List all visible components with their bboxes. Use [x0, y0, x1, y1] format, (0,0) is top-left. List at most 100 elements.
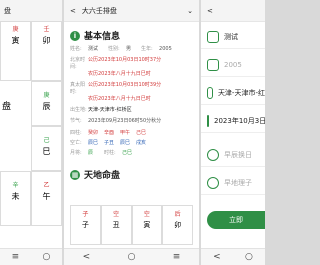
grid-cell-1: 庚 寅: [0, 21, 31, 81]
location-field[interactable]: 天津-天津市-红: [201, 82, 265, 105]
middle-nav: < ○ ≡: [64, 248, 199, 265]
right-panel: < 测试 2005 天津-天津市-红 2023年10月3日 早辰换日 早地理子 …: [201, 0, 265, 265]
row-kongwang: 空亡: 辰巳 子丑 辰巳 戌亥: [70, 140, 193, 147]
nav-menu-button[interactable]: ≡: [12, 252, 20, 262]
location-icon: [207, 87, 213, 99]
year-field[interactable]: 2005: [201, 54, 265, 77]
left-panel: 盘 庚 寅 壬 卯 庚 辰 己 巳 盘 辛 未 乙 午 ≡ ○: [0, 0, 62, 265]
tiandi-cell: 空 丑: [100, 205, 132, 245]
row-place: 出生地: 天津-天津市-红桥区: [70, 107, 193, 114]
zhenshi-value: 公历2023年10月03日10时39分: [88, 82, 162, 88]
tiandi-grid: 子 子 空 丑 空 寅 后 卯: [70, 205, 193, 245]
row-zhenshi: 真太阳时: 公历2023年10月03日10时39分: [70, 82, 193, 96]
name-field[interactable]: 测试: [201, 26, 265, 49]
cell-top: 庚: [12, 26, 19, 33]
option-1-value: 早辰换日: [224, 151, 252, 159]
cell-side: 己: [43, 137, 50, 144]
cell-main: 巳: [42, 147, 51, 156]
row-gongli: 北京时间: 公历2023年10月03日10时37分: [70, 57, 193, 71]
right-nav: < ○: [201, 248, 265, 265]
cell-side: 辛: [12, 182, 19, 189]
back-button[interactable]: <: [207, 7, 213, 15]
cell-main: 午: [42, 192, 51, 201]
shizhu-label: 时柱:: [104, 150, 116, 156]
tiandi-cell: 空 寅: [131, 205, 163, 245]
submit-button[interactable]: 立即: [207, 211, 265, 229]
place-value: 天津-天津市-红桥区: [88, 107, 132, 113]
kongwang-2: 子丑: [104, 140, 115, 146]
cell-side: 庚: [43, 92, 50, 99]
tiandi-bottom: 丑: [112, 221, 120, 229]
nav-home-button[interactable]: ○: [42, 252, 50, 262]
tiandi-top: 子: [82, 211, 89, 218]
section-basic: i 基本信息: [70, 28, 193, 43]
grid-cell-2: 壬 卯: [31, 21, 62, 81]
row-yuejiang: 月将: 辰 时柱: 己巳: [70, 150, 193, 157]
name-value: 测试: [88, 46, 99, 52]
kongwang-3: 辰巳: [120, 140, 131, 146]
tiandi-cell: 子 子: [70, 205, 101, 245]
name-value: 测试: [224, 33, 238, 41]
calendar-icon: [207, 59, 219, 71]
section-title: 基本信息: [84, 32, 121, 42]
row-name: 姓名: 测试 性别: 男 生年: 2005: [70, 46, 193, 53]
sizhu-3: 甲午: [120, 130, 131, 136]
gongli-value: 公历2023年10月03日10时37分: [88, 57, 162, 63]
sizhu-label: 四柱:: [70, 130, 82, 136]
cell-top: 壬: [43, 26, 50, 33]
location-value: 天津-天津市-红: [217, 89, 265, 97]
nav-menu-button[interactable]: ≡: [173, 252, 181, 262]
nav-home-button[interactable]: ○: [245, 252, 253, 262]
option-2-field[interactable]: 早地理子: [201, 172, 265, 195]
user-icon: [207, 31, 219, 43]
section-title: 天地命盘: [84, 171, 121, 181]
grid-icon: ▦: [70, 169, 80, 180]
zhenshi-label: 真太阳时:: [70, 82, 86, 95]
grid-cell-6: 辛 未: [0, 171, 31, 226]
name-label: 姓名:: [70, 46, 82, 52]
grid-cell-5: 己 巳: [31, 126, 62, 171]
tiandi-bottom: 卯: [174, 221, 182, 229]
place-label: 出生地:: [70, 107, 87, 113]
birth-value: 2005: [159, 46, 172, 52]
jieqi-value: 2023年09月23日06时50分秋分: [88, 118, 162, 124]
sizhu-1: 癸卯: [88, 130, 99, 136]
yuejiang-value: 辰: [88, 150, 94, 156]
chevron-down-icon[interactable]: ⌄: [187, 7, 193, 15]
nav-back-button[interactable]: <: [213, 252, 221, 262]
date-value: 2023年10月3日: [214, 117, 265, 125]
sizhu-4: 己巳: [136, 130, 147, 136]
cell-main: 寅: [11, 36, 20, 45]
left-nav: ≡ ○: [0, 248, 62, 265]
nav-home-button[interactable]: ○: [128, 252, 136, 262]
middle-topbar: < 大六壬排盘 ⌄: [64, 0, 199, 22]
option-1-field[interactable]: 早辰换日: [201, 144, 265, 167]
cell-side: 乙: [43, 182, 50, 189]
tiandi-top: 空: [113, 211, 120, 218]
kongwang-1: 辰巳: [88, 140, 99, 146]
nav-back-button[interactable]: <: [83, 252, 91, 262]
shizhu-value: 己巳: [122, 150, 133, 156]
middle-panel: < 大六壬排盘 ⌄ i 基本信息 姓名: 测试 性别: 男 生年: 2005 北…: [64, 0, 199, 265]
kongwang-label: 空亡:: [70, 140, 82, 146]
info-icon: i: [70, 30, 80, 41]
zhenshi-nongli: 农历2023年八月十九日巳时: [88, 96, 151, 102]
tiandi-cell: 后 卯: [162, 205, 193, 245]
date-field[interactable]: 2023年10月3日: [201, 110, 265, 133]
gongli-label: 北京时间:: [70, 57, 86, 70]
left-topbar: 盘: [0, 0, 62, 22]
cell-main: 未: [11, 192, 20, 201]
back-button[interactable]: <: [70, 7, 76, 15]
cell-main: 辰: [42, 102, 51, 111]
row-sizhu: 四柱: 癸卯 辛酉 甲午 己巳: [70, 130, 193, 137]
row-zhenshi-nongli: 农历2023年八月十九日巳时: [70, 96, 193, 103]
grid-cell-7: 乙 午: [31, 171, 62, 226]
tiandi-top: 后: [174, 211, 181, 218]
jieqi-label: 节气:: [70, 118, 82, 124]
row-nongli: 农历2023年八月十九日巳时: [70, 71, 193, 78]
check-icon: [207, 149, 219, 161]
yuejiang-label: 月将:: [70, 150, 82, 156]
left-label: 盘: [2, 102, 12, 112]
tiandi-bottom: 子: [81, 221, 89, 229]
year-value: 2005: [224, 61, 242, 69]
